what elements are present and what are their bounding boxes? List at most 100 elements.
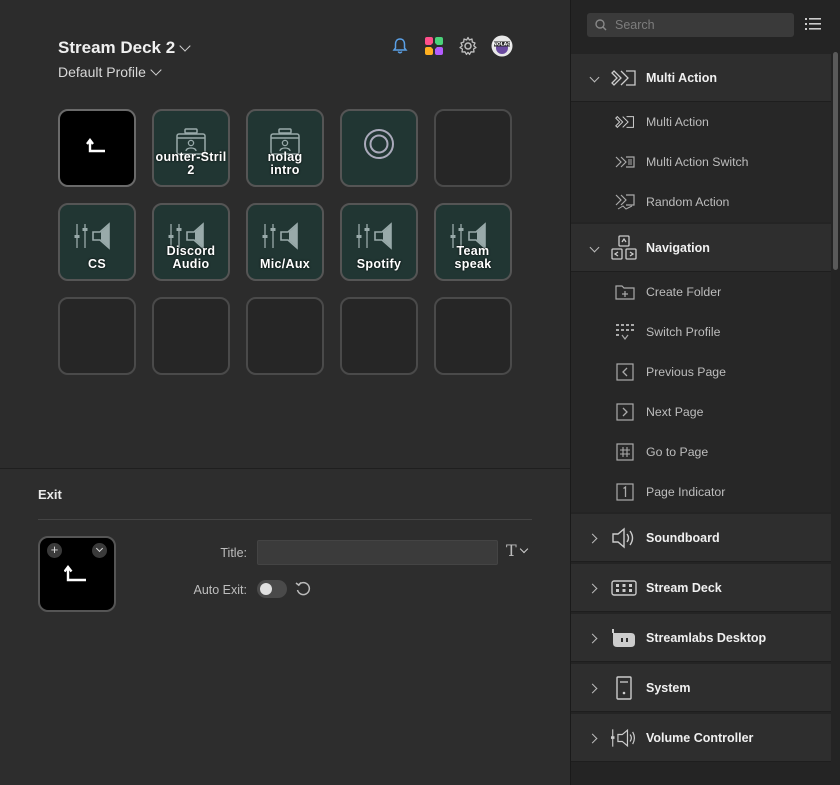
key-grid: ounter-Stril 2 nolag intro CS Discord Audio… — [58, 109, 512, 375]
key-5[interactable] — [434, 109, 512, 187]
chevron-right-icon — [587, 683, 598, 694]
volume-mixer-icon — [60, 221, 134, 251]
speaker-icon — [611, 525, 637, 551]
back-arrow-icon — [64, 564, 90, 586]
profile-selector[interactable]: Default Profile — [58, 64, 162, 80]
action-go-to-page[interactable]: Go to Page — [571, 432, 831, 472]
text-format-icon: T — [506, 541, 517, 560]
category-label: Soundboard — [646, 530, 720, 545]
category-multi-action[interactable]: Multi Action — [571, 54, 831, 102]
category-label: Navigation — [646, 240, 710, 255]
hash-icon — [615, 442, 635, 462]
key-label: Team speak — [454, 244, 492, 271]
key-10[interactable]: Team speak — [434, 203, 512, 281]
chevron-down-icon — [589, 242, 600, 253]
category-label: Multi Action — [646, 70, 718, 85]
text-format-button[interactable]: T — [506, 541, 528, 560]
auto-exit-label: Auto Exit: — [193, 583, 248, 597]
volume-mixer-icon — [342, 221, 416, 251]
category-system[interactable]: System — [571, 664, 831, 712]
circle-target-icon — [342, 127, 416, 161]
category-stream-deck[interactable]: Stream Deck — [571, 564, 831, 612]
chevron-down-icon — [179, 40, 191, 52]
key-9[interactable]: Spotify — [340, 203, 418, 281]
key-13[interactable] — [246, 297, 324, 375]
action-page-indicator[interactable]: Page Indicator — [571, 472, 831, 512]
action-random-action[interactable]: Random Action — [571, 182, 831, 222]
key-4[interactable] — [340, 109, 418, 187]
category-navigation[interactable]: Navigation — [571, 224, 831, 272]
svg-text:NOLAG: NOLAG — [493, 42, 511, 48]
multi-action-icon — [615, 112, 635, 132]
action-label: Multi Action — [646, 115, 709, 129]
title-input[interactable] — [257, 540, 498, 565]
key-12[interactable] — [152, 297, 230, 375]
key-label: CS — [88, 257, 106, 271]
navigation-icon — [611, 235, 637, 261]
category-soundboard[interactable]: Soundboard — [571, 514, 831, 562]
reset-icon[interactable] — [294, 580, 312, 598]
key-11[interactable] — [58, 297, 136, 375]
main-panel: Stream Deck 2 Default Profile NOLAG ount… — [0, 0, 570, 785]
divider — [38, 519, 532, 520]
action-label: Page Indicator — [646, 485, 726, 499]
key-1[interactable] — [58, 109, 136, 187]
profile-name: Default Profile — [58, 64, 146, 80]
chevron-right-icon — [587, 733, 598, 744]
bell-icon[interactable] — [389, 35, 411, 57]
multi-action-switch-icon — [615, 152, 635, 172]
search-input[interactable] — [615, 18, 785, 32]
action-label: Go to Page — [646, 445, 709, 459]
colorful-plugin-icon[interactable] — [423, 35, 445, 57]
stream-deck-icon — [611, 575, 637, 601]
sidebar-scrollbar[interactable] — [833, 52, 838, 270]
key-14[interactable] — [340, 297, 418, 375]
action-previous-page[interactable]: Previous Page — [571, 352, 831, 392]
key-label: Discord Audio — [166, 244, 216, 271]
chevron-down-icon — [519, 544, 528, 553]
chevron-down-icon[interactable] — [92, 543, 107, 558]
list-view-icon[interactable] — [805, 17, 821, 31]
key-15[interactable] — [434, 297, 512, 375]
action-next-page[interactable]: Next Page — [571, 392, 831, 432]
device-name: Stream Deck 2 — [58, 38, 176, 57]
key-label: ounter-Stril 2 — [155, 150, 227, 177]
next-page-icon — [615, 402, 635, 422]
action-label: Multi Action Switch — [646, 155, 749, 169]
action-multi-action-switch[interactable]: Multi Action Switch — [571, 142, 831, 182]
canvas-area: Stream Deck 2 Default Profile NOLAG ount… — [0, 0, 570, 468]
action-label: Next Page — [646, 405, 704, 419]
random-action-icon — [615, 192, 635, 212]
key-8[interactable]: Mic/Aux — [246, 203, 324, 281]
action-multi-action[interactable]: Multi Action — [571, 102, 831, 142]
search-box[interactable] — [587, 13, 794, 37]
category-streamlabs-desktop[interactable]: Streamlabs Desktop — [571, 614, 831, 662]
category-label: System — [646, 680, 691, 695]
switch-profile-icon — [615, 322, 635, 342]
title-label: Title: — [220, 546, 247, 560]
volume-mixer-icon — [248, 221, 322, 251]
inspector-title: Exit — [38, 487, 62, 502]
action-create-folder[interactable]: Create Folder — [571, 272, 831, 312]
device-selector[interactable]: Stream Deck 2 — [58, 38, 191, 58]
category-label: Volume Controller — [646, 730, 754, 745]
previous-page-icon — [615, 362, 635, 382]
chevron-down-icon — [150, 64, 162, 76]
key-6[interactable]: CS — [58, 203, 136, 281]
volume-controller-icon — [611, 725, 637, 751]
multi-action-icon — [611, 65, 637, 91]
key-3[interactable]: nolag intro — [246, 109, 324, 187]
add-state-icon[interactable]: + — [47, 543, 62, 558]
nolag-avatar-icon[interactable]: NOLAG — [491, 35, 513, 57]
key-2[interactable]: ounter-Stril 2 — [152, 109, 230, 187]
category-volume-controller[interactable]: Volume Controller — [571, 714, 831, 762]
key-7[interactable]: Discord Audio — [152, 203, 230, 281]
action-switch-profile[interactable]: Switch Profile — [571, 312, 831, 352]
search-icon — [595, 19, 607, 31]
auto-exit-toggle[interactable] — [257, 580, 287, 598]
gear-icon[interactable] — [457, 35, 479, 57]
action-label: Switch Profile — [646, 325, 721, 339]
streamlabs-icon — [611, 625, 637, 651]
key-preview[interactable]: + — [38, 536, 116, 612]
category-label: Stream Deck — [646, 580, 722, 595]
